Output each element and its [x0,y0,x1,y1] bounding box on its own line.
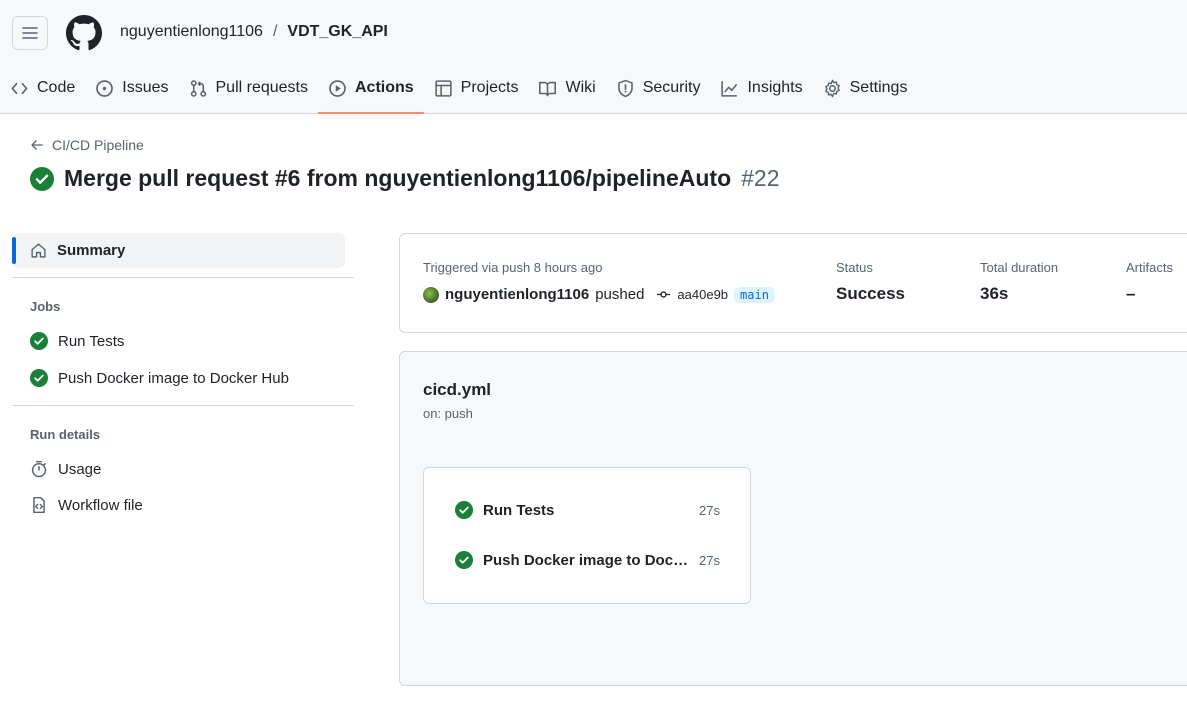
tab-insights[interactable]: Insights [710,64,812,112]
commit-sha: aa40e9b [677,287,729,302]
shield-icon [617,79,633,97]
tab-actions[interactable]: Actions [318,64,424,114]
artifacts-value: – [1126,284,1136,303]
workflow-trigger: on: push [423,406,473,421]
repo-name-link[interactable]: VDT_GK_API [287,23,387,41]
table-icon [435,79,452,97]
check-circle-icon [455,501,473,519]
tab-security[interactable]: Security [606,64,711,112]
graph-icon [721,80,738,97]
job-name: Run Tests [483,501,555,519]
job-node[interactable]: Run Tests 27s [455,501,720,519]
duration-stat: Total duration 36s [980,260,1058,304]
tab-label: Issues [122,79,169,96]
job-duration: 27s [699,552,720,568]
issue-icon [96,79,114,97]
workflow-graph: cicd.yml on: push Run Tests 27s Push Doc… [399,351,1187,686]
commit-icon [657,291,671,298]
sidebar-item-summary[interactable]: Summary [12,233,345,268]
check-circle-icon [455,551,473,569]
stopwatch-icon [31,460,47,478]
github-logo-icon[interactable] [66,15,102,51]
duration-label: Total duration [980,260,1059,275]
tab-wiki[interactable]: Wiki [528,64,605,112]
run-details-heading: Run details [30,427,101,442]
tab-label: Pull requests [215,79,309,96]
code-icon [11,82,28,94]
tab-label: Settings [849,79,908,96]
page-title: Merge pull request #6 from nguyentienlon… [30,165,780,192]
tab-label: Wiki [565,79,596,96]
back-link-label: CI/CD Pipeline [52,137,144,153]
sidebar-divider [12,405,354,406]
check-circle-icon [30,332,48,350]
repo-nav-tabs: Code Issues Pull requests Actions Projec… [0,64,917,114]
check-circle-icon [30,369,48,387]
artifacts-label: Artifacts [1126,260,1173,275]
status-label: Status [836,260,873,275]
workflow-file-name: cicd.yml [423,380,492,399]
check-circle-icon [30,166,54,191]
commit-sha-link[interactable]: aa40e9b [656,287,728,302]
sidebar-item-label: Summary [57,242,126,259]
user-link[interactable]: nguyentienlong1106 [445,286,589,303]
sidebar-item-label: Workflow file [58,496,143,514]
repo-header: nguyentienlong1106 / VDT_GK_API Code Iss… [0,0,1187,114]
gear-icon [824,79,840,97]
breadcrumb: nguyentienlong1106 / VDT_GK_API [120,23,388,41]
play-icon [329,79,346,97]
jobs-box: Run Tests 27s Push Docker image to Docke… [423,467,751,604]
run-summary-card: Triggered via push 8 hours ago nguyentie… [399,233,1187,333]
arrow-left-icon [31,140,43,150]
repo-owner-link[interactable]: nguyentienlong1106 [120,23,263,41]
sidebar-item-job[interactable]: Push Docker image to Docker Hub [30,369,289,387]
sidebar-item-label: Usage [58,460,102,478]
run-number: #22 [741,165,780,191]
book-icon [539,81,557,96]
avatar[interactable] [423,286,439,303]
job-name: Push Docker image to Docker Hub [483,551,690,569]
file-code-icon [33,496,45,514]
back-to-workflow-link[interactable]: CI/CD Pipeline [30,137,144,153]
push-action-text: pushed [595,286,645,303]
hamburger-icon [22,27,38,39]
tab-pull-requests[interactable]: Pull requests [179,64,319,112]
jobs-heading: Jobs [30,299,61,314]
sidebar-divider [12,277,354,278]
tab-label: Code [37,79,76,96]
run-title: Merge pull request #6 from nguyentienlon… [64,165,732,191]
duration-value: 36s [980,284,1009,303]
tab-issues[interactable]: Issues [85,64,178,112]
sidebar-item-job[interactable]: Run Tests [30,332,124,350]
tab-projects[interactable]: Projects [424,64,529,112]
tab-code[interactable]: Code [0,64,85,112]
hamburger-menu-button[interactable] [12,16,48,50]
artifacts-stat: Artifacts – [1126,260,1173,304]
sidebar-item-usage[interactable]: Usage [30,460,101,478]
sidebar-item-label: Push Docker image to Docker Hub [58,369,289,387]
home-icon [31,243,46,258]
tab-label: Insights [747,79,803,96]
tab-label: Security [642,79,701,96]
status-stat: Status Success [836,260,905,304]
job-node[interactable]: Push Docker image to Docker Hub 27s [455,551,720,569]
job-duration: 27s [699,502,720,518]
breadcrumb-separator: / [272,23,278,40]
sidebar-item-workflow-file[interactable]: Workflow file [30,496,143,514]
push-info: nguyentienlong1106 pushed aa40e9b main [423,286,775,303]
tab-label: Actions [355,79,414,96]
pull-request-icon [190,79,206,97]
branch-badge[interactable]: main [734,286,775,303]
tab-label: Projects [460,79,519,96]
status-value: Success [836,284,905,303]
tab-settings[interactable]: Settings [813,64,918,112]
sidebar-item-label: Run Tests [58,332,125,350]
trigger-text: Triggered via push 8 hours ago [423,260,603,275]
